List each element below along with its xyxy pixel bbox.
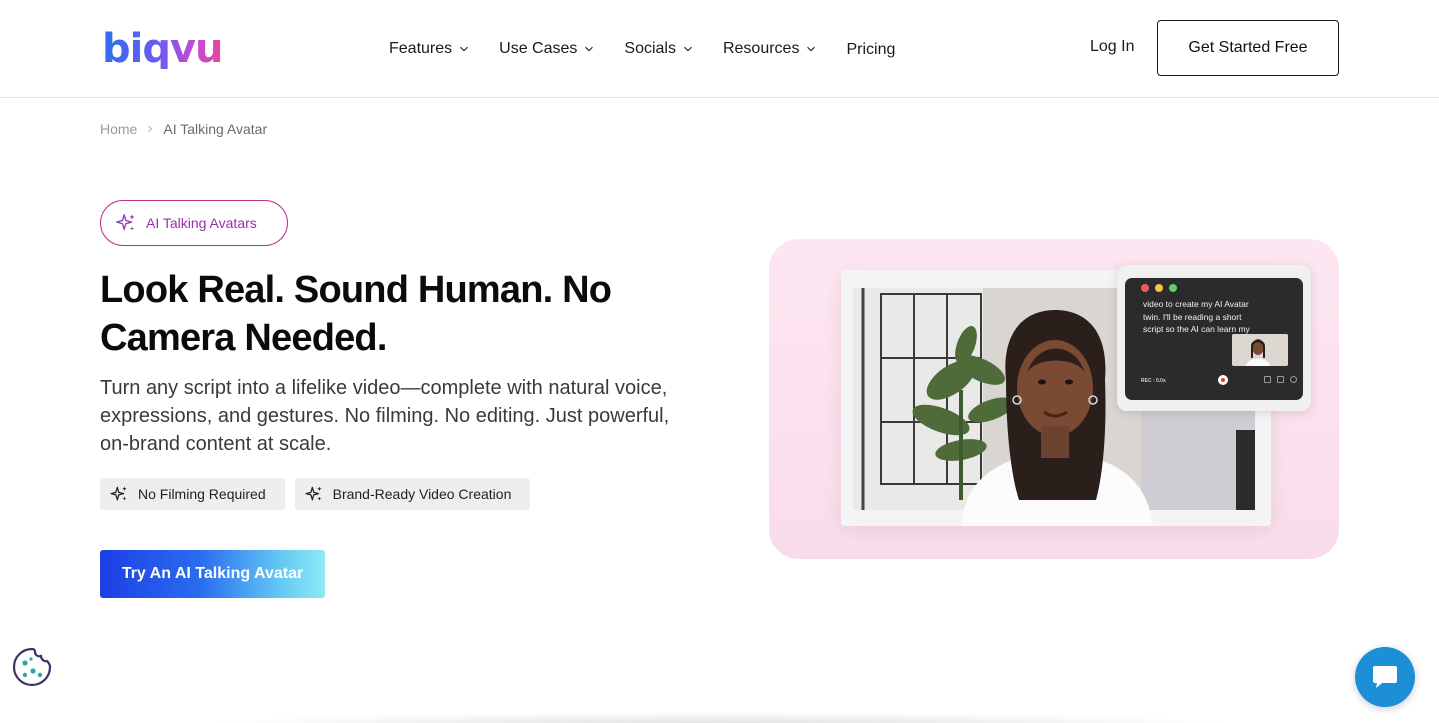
window-close-dot	[1141, 284, 1149, 292]
cookie-settings-button[interactable]	[11, 646, 53, 688]
feature-chip-label: No Filming Required	[138, 486, 266, 502]
recorder-panel: video to create my AI Avatar twin. I'll …	[1117, 265, 1311, 411]
breadcrumb-home[interactable]: Home	[100, 121, 137, 137]
chat-button[interactable]	[1355, 647, 1415, 707]
chevron-down-icon	[460, 46, 469, 52]
record-button-icon[interactable]	[1218, 375, 1228, 385]
recorder-window: video to create my AI Avatar twin. I'll …	[1125, 278, 1303, 400]
nav-pricing[interactable]: Pricing	[846, 38, 895, 62]
recorder-thumbnail-image	[1232, 334, 1288, 366]
chevron-right-icon	[148, 125, 153, 133]
nav-resources-label: Resources	[722, 40, 800, 57]
recorder-status: REC : 0.0s	[1141, 378, 1166, 384]
chevron-down-icon	[585, 46, 594, 52]
sparkle-icon	[305, 486, 322, 501]
window-minimize-dot	[1155, 284, 1163, 292]
breadcrumb-current: AI Talking Avatar	[163, 121, 268, 137]
hero-headline: Look Real. Sound Human. No Camera Needed…	[100, 269, 612, 359]
main-nav: Features Use Cases Socials Resources Pri…	[389, 36, 925, 62]
feature-chip-label: Brand-Ready Video Creation	[332, 486, 512, 502]
feature-chip: Brand-Ready Video Creation	[294, 478, 531, 510]
recorder-thumbnail	[1232, 334, 1288, 366]
chat-bubble-icon	[1373, 666, 1397, 688]
camera-icon[interactable]	[1264, 376, 1271, 383]
nav-use-cases-label: Use Cases	[499, 40, 578, 57]
chevron-down-icon	[807, 46, 816, 52]
hero-badge-label: AI Talking Avatars	[146, 215, 257, 231]
section-divider-shadow	[200, 712, 1240, 723]
nav-resources[interactable]: Resources	[723, 37, 816, 61]
logo-text: biqvu	[102, 26, 224, 72]
settings-icon[interactable]	[1290, 376, 1297, 383]
chevron-down-icon	[684, 46, 692, 52]
nav-features-label: Features	[389, 40, 453, 57]
feature-chip: No Filming Required	[100, 478, 285, 510]
sparkle-icon	[110, 486, 127, 501]
nav-features[interactable]: Features	[389, 37, 469, 61]
get-started-button[interactable]: Get Started Free	[1157, 20, 1339, 76]
try-avatar-button[interactable]: Try An AI Talking Avatar	[100, 550, 325, 598]
login-link[interactable]: Log In	[1090, 38, 1134, 56]
nav-use-cases[interactable]: Use Cases	[499, 37, 594, 61]
hero-badge: AI Talking Avatars	[100, 200, 288, 246]
nav-socials[interactable]: Socials	[624, 37, 693, 61]
breadcrumb: Home AI Talking Avatar	[100, 121, 267, 137]
cookie-icon	[12, 647, 52, 687]
site-header: biqvu Features Use Cases Socials Resourc…	[0, 0, 1439, 98]
hero-subtext: Turn any script into a lifelike video—co…	[100, 377, 670, 455]
bigvu-logo[interactable]: biqvu	[102, 22, 224, 76]
nav-socials-label: Socials	[624, 40, 676, 57]
nav-pricing-label: Pricing	[846, 41, 896, 58]
feature-chips: No Filming Required Brand-Ready Video Cr…	[100, 478, 540, 510]
window-maximize-dot	[1169, 284, 1177, 292]
screen-icon[interactable]	[1277, 376, 1284, 383]
recorder-script-text: video to create my AI Avatar twin. I'll …	[1143, 299, 1250, 334]
sparkle-icon	[116, 214, 135, 231]
